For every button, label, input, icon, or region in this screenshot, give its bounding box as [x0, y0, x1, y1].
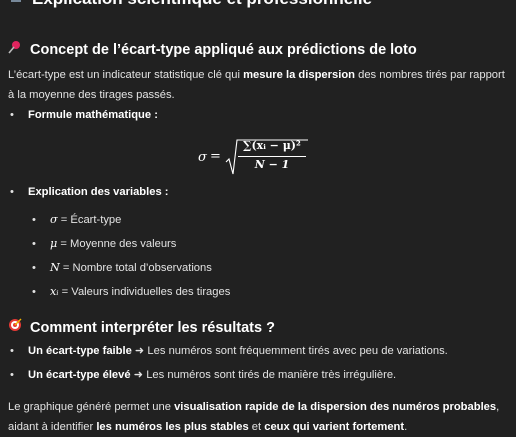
variable-symbol: xᵢ: [50, 285, 59, 298]
microscope-icon: [8, 0, 24, 9]
variable-item: • μ = Moyenne des valeurs: [32, 237, 176, 250]
bullet-formula: • Formule mathématique :: [10, 109, 158, 121]
variable-symbol: σ: [50, 213, 58, 226]
bullet-dot: •: [10, 109, 14, 121]
interpret-item-text: ➜ Les numéros sont fréquemment tirés ave…: [131, 345, 448, 357]
top-heading-text: Explication scientifique et professionne…: [32, 0, 372, 8]
section-title-interpret: Comment interpréter les résultats ?: [8, 318, 275, 336]
bullet-variables: • Explication des variables :: [10, 186, 169, 198]
section1-title: Concept de l’écart-type appliqué aux pré…: [30, 42, 417, 58]
bullet-variables-label: Explication des variables :: [28, 186, 169, 198]
variable-text: = Valeurs individuelles des tirages: [58, 286, 231, 298]
bullet-formula-label: Formule mathématique :: [28, 109, 158, 121]
chat-response: Explication scientifique et professionne…: [0, 0, 516, 433]
conclusion-bold-3: ceux qui varient fortement: [264, 421, 405, 433]
bullet-dot: •: [32, 238, 36, 250]
interpret-item-text: ➜ Les numéros sont tirés de manière très…: [130, 369, 397, 381]
conclusion-bold-1: visualisation rapide de la dispersion de…: [174, 401, 497, 413]
section-heading-clipped: Explication scientifique et professionne…: [8, 0, 372, 9]
variable-item: • σ = Écart-type: [32, 213, 121, 226]
intro-bold: mesure la dispersion: [243, 69, 355, 81]
formula-numerator: ∑(xᵢ − μ)²: [243, 139, 301, 152]
conclusion-bold-2: les numéros les plus stables: [96, 421, 249, 433]
std-dev-formula: σ = ∑(xᵢ − μ)² N − 1: [198, 138, 318, 178]
variable-item: • N = Nombre total d’observations: [32, 261, 212, 274]
interpret-item-bold: Un écart-type élevé: [28, 369, 131, 381]
formula-denominator: N − 1: [254, 158, 290, 171]
intro-text-1: L’écart-type est un indicateur statistiq…: [8, 69, 244, 81]
bullet-dot: •: [10, 186, 14, 198]
fraction-bar: [238, 156, 306, 157]
bullet-dot: •: [10, 345, 14, 357]
conclusion-paragraph: Le graphique généré permet une visualisa…: [8, 397, 506, 437]
bullet-dot: •: [10, 369, 14, 381]
interpret-item-bold: Un écart-type faible: [28, 345, 132, 357]
conclusion-text-4: .: [404, 421, 408, 433]
variable-item: • xᵢ = Valeurs individuelles des tirages: [32, 285, 230, 298]
pushpin-icon: [8, 40, 24, 57]
section-title-concept: Concept de l’écart-type appliqué aux pré…: [8, 40, 417, 58]
variable-text: = Nombre total d’observations: [59, 262, 212, 274]
formula-equals: =: [210, 149, 221, 164]
target-icon: [8, 318, 24, 335]
bullet-dot: •: [32, 214, 36, 226]
bullet-dot: •: [32, 262, 36, 274]
variable-text: = Écart-type: [57, 214, 122, 226]
conclusion-text-1: Le graphique généré permet une: [8, 401, 175, 413]
formula-lhs: σ: [198, 150, 207, 165]
interpret-item: • Un écart-type élevé ➜ Les numéros sont …: [10, 368, 396, 381]
intro-paragraph: L’écart-type est un indicateur statistiq…: [8, 65, 506, 105]
interpret-item: • Un écart-type faible ➜ Les numéros sont…: [10, 344, 448, 357]
bullet-dot: •: [32, 286, 36, 298]
conclusion-text-3: et: [248, 421, 265, 433]
variable-text: = Moyenne des valeurs: [57, 238, 177, 250]
variable-symbol: N: [50, 261, 60, 274]
section2-title: Comment interpréter les résultats ?: [30, 320, 275, 336]
